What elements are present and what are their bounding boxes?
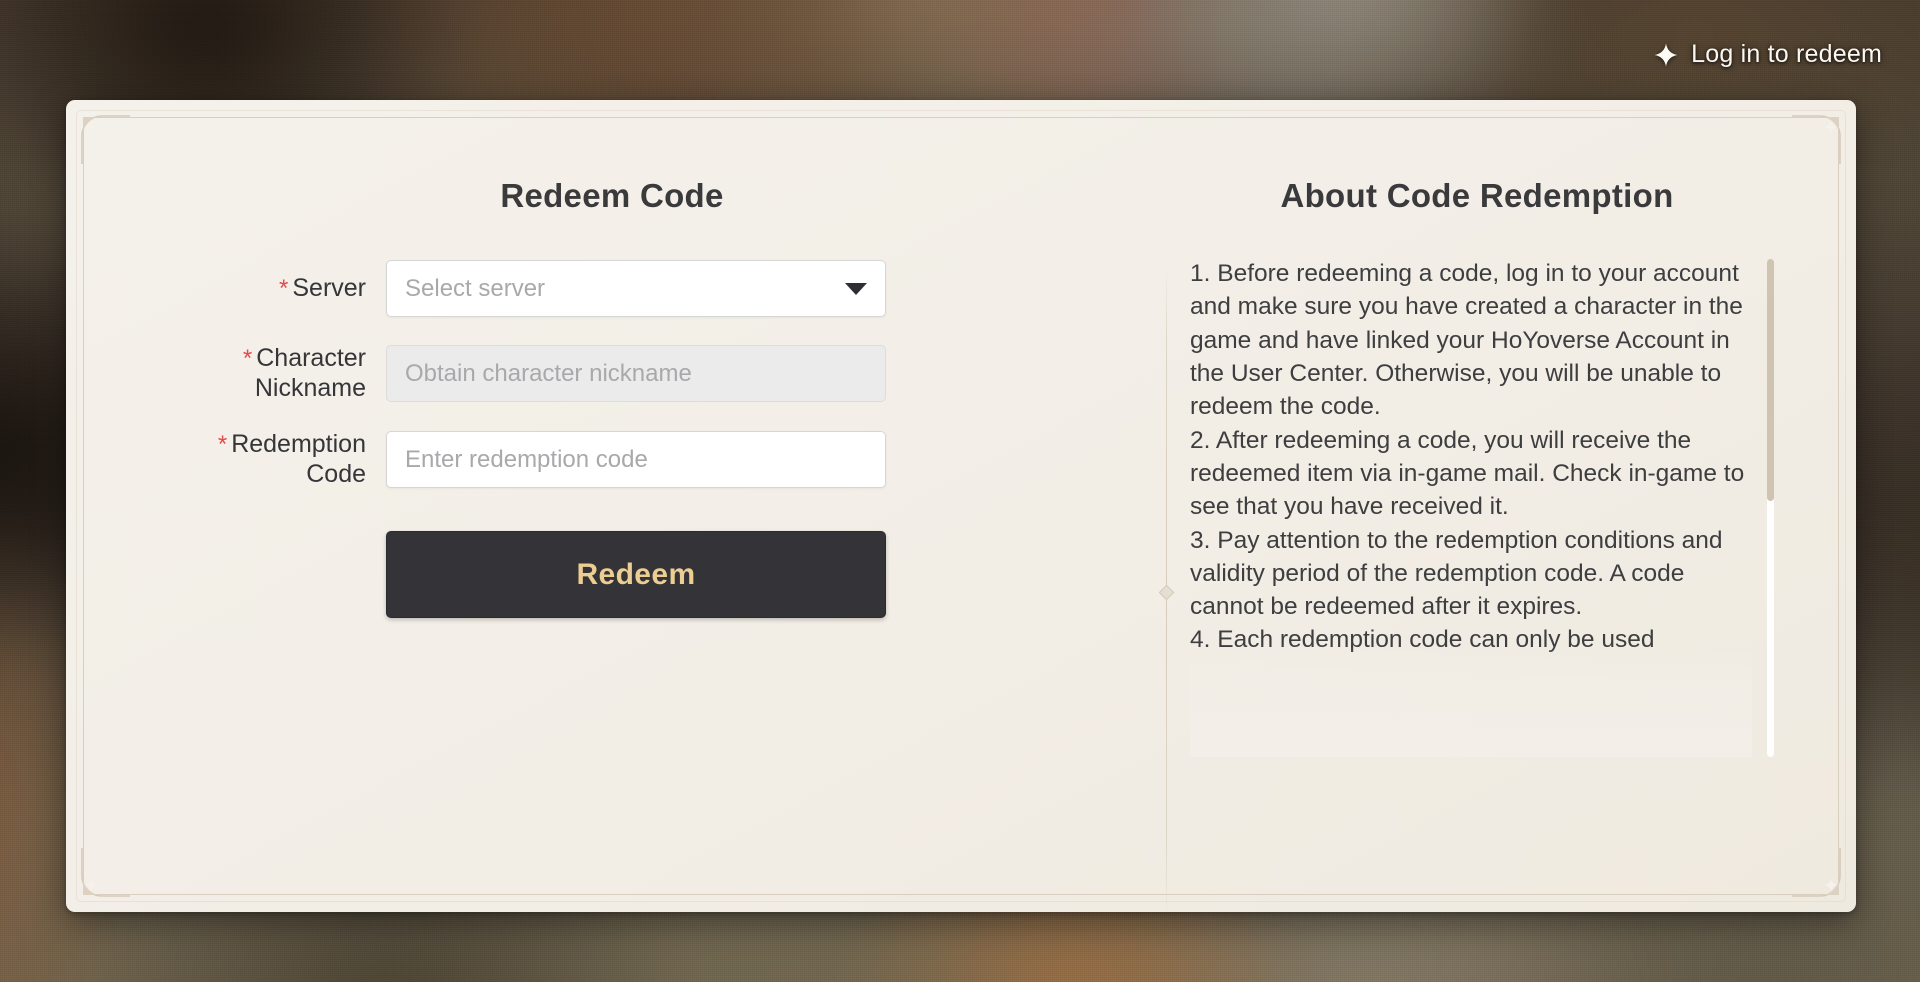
login-to-redeem-button[interactable]: Log in to redeem [1654, 40, 1882, 69]
redeem-form-column: Redeem Code * Server Select server * Chara… [96, 130, 1128, 882]
redeem-button[interactable]: Redeem [386, 531, 886, 618]
field-row-server: * Server Select server [158, 260, 1128, 317]
field-row-redemption-code: * Redemption Code Enter redemption code [158, 430, 1128, 489]
redemption-code-input[interactable]: Enter redemption code [386, 431, 886, 488]
character-nickname-label: * Character Nickname [158, 344, 386, 403]
server-select-placeholder: Select server [405, 274, 546, 302]
server-label-text: Server [292, 273, 366, 302]
character-nickname-control: Obtain character nickname [386, 345, 886, 402]
login-to-redeem-label: Log in to redeem [1691, 40, 1882, 68]
about-bottom-fade [1190, 647, 1752, 757]
redemption-code-required-marker: * [217, 431, 228, 458]
submit-spacer [158, 531, 386, 618]
field-row-character-nickname: * Character Nickname Obtain character nic… [158, 344, 1128, 403]
server-select[interactable]: Select server [386, 260, 886, 317]
character-nickname-placeholder: Obtain character nickname [405, 359, 692, 387]
server-label: * Server [158, 274, 386, 304]
redemption-code-label: * Redemption Code [158, 430, 386, 489]
submit-row: Redeem [96, 531, 1128, 618]
sparkle-star-icon [1654, 43, 1678, 66]
redeem-form: * Server Select server * Character Nicknam… [96, 260, 1128, 489]
character-nickname-input[interactable]: Obtain character nickname [386, 345, 886, 402]
about-scroll-area[interactable]: 1. Before redeeming a code, log in to yo… [1190, 257, 1774, 757]
redeem-code-title: Redeem Code [500, 177, 724, 214]
redemption-code-label-text: Redemption Code [231, 430, 366, 488]
about-code-redemption-title: About Code Redemption [1280, 177, 1674, 214]
redeem-code-panel: Redeem Code * Server Select server * Chara… [66, 100, 1856, 912]
chevron-down-icon [845, 282, 867, 295]
about-column: About Code Redemption 1. Before redeemin… [1128, 130, 1826, 882]
redemption-code-control: Enter redemption code [386, 431, 886, 488]
column-divider [1158, 265, 1175, 912]
server-control: Select server [386, 260, 886, 317]
character-nickname-required-marker: * [242, 345, 253, 372]
redemption-code-placeholder: Enter redemption code [405, 445, 648, 473]
character-nickname-label-text: Character Nickname [254, 344, 366, 402]
about-scrollbar-thumb[interactable] [1767, 259, 1774, 501]
about-body-text: 1. Before redeeming a code, log in to yo… [1190, 260, 1745, 654]
server-required-marker: * [279, 274, 289, 302]
